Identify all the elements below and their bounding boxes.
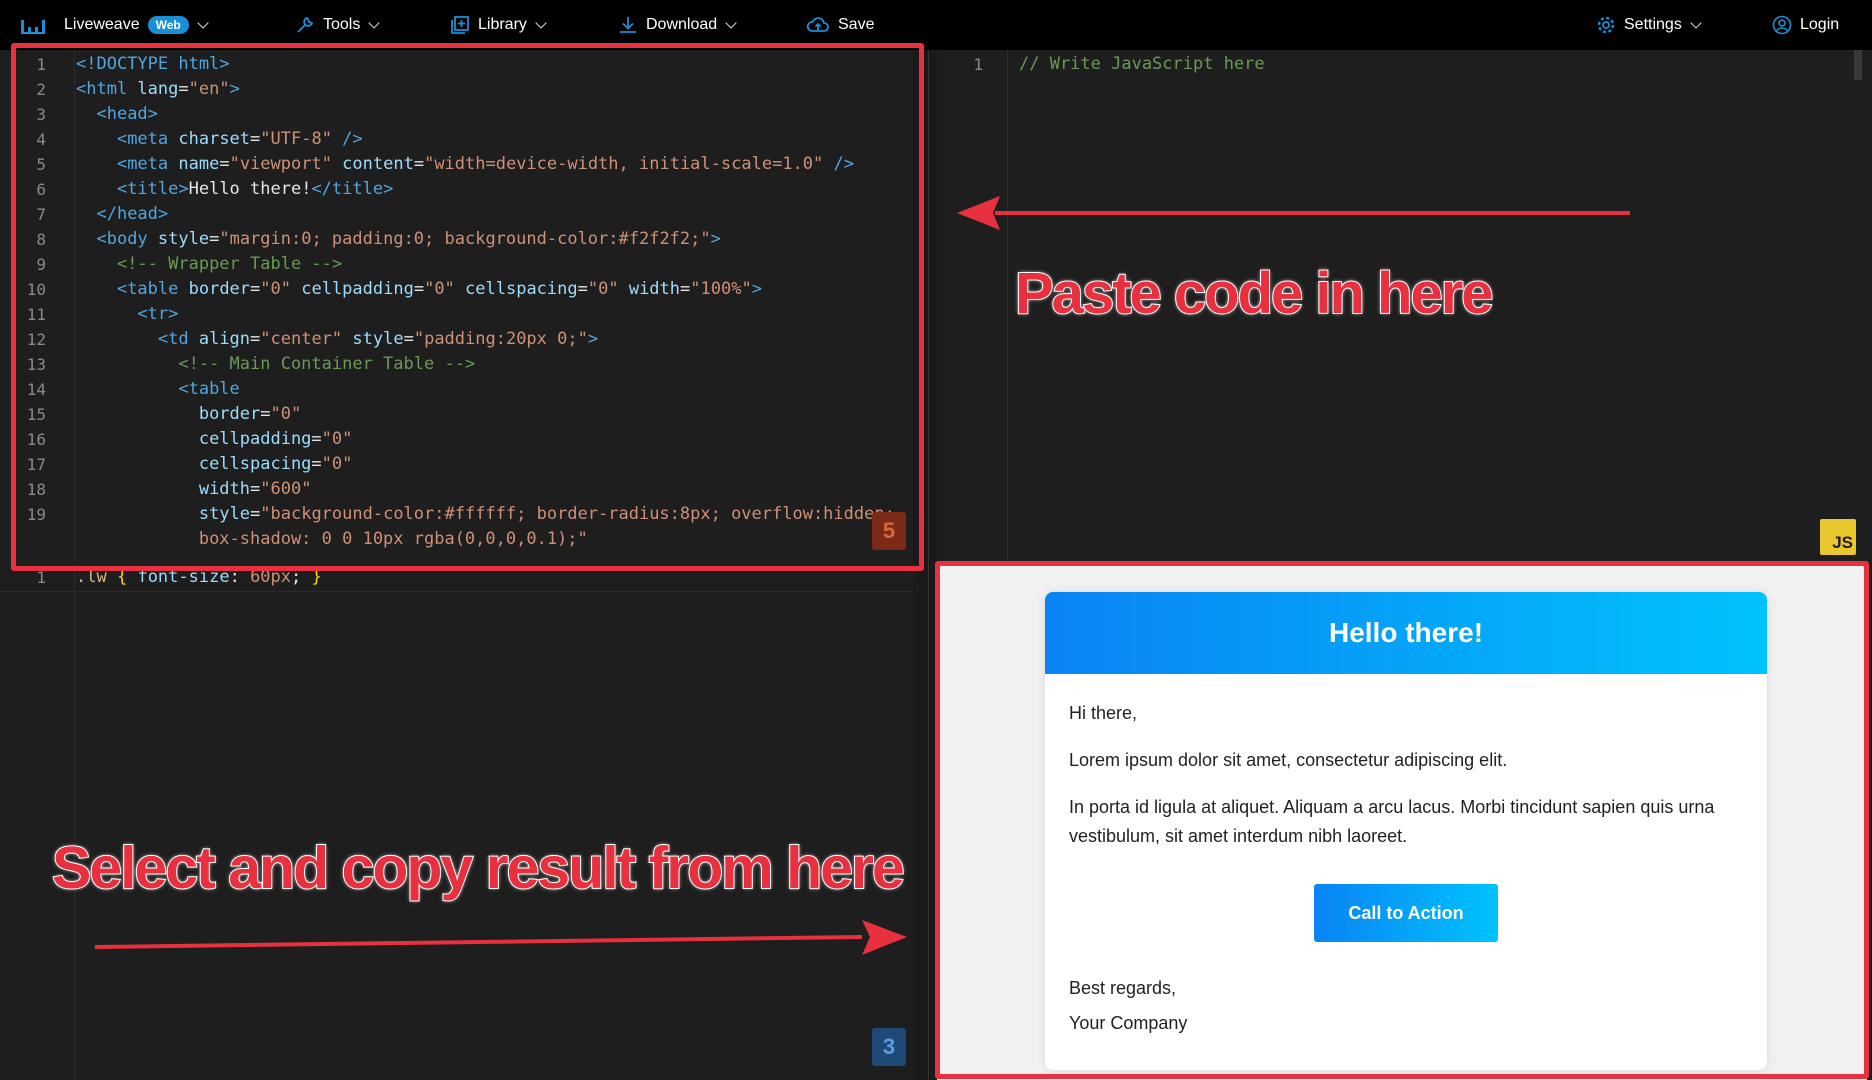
line-number: 1: [973, 55, 983, 74]
paste-annotation: Paste code in here: [1014, 260, 1495, 327]
line-number: 17: [26, 455, 46, 474]
line-number: 13: [26, 355, 46, 374]
line-number: 7: [36, 205, 46, 224]
javascript-icon: JS: [1820, 519, 1856, 555]
wrench-icon: [297, 16, 314, 33]
library-icon: [451, 16, 469, 34]
code-line: <body style="margin:0; padding:0; backgr…: [96, 229, 721, 249]
email-greeting: Hi there,: [1069, 703, 1138, 723]
javascript-icon-label: JS: [1832, 533, 1853, 552]
line-number: 12: [26, 330, 46, 349]
code-line: <table: [178, 379, 240, 399]
download-icon: [620, 17, 636, 33]
user-icon: [1772, 15, 1792, 35]
html5-icon-label: 5: [882, 518, 896, 543]
scrollbar[interactable]: [1854, 50, 1862, 80]
copy-annotation: Select and copy result from here: [51, 834, 906, 902]
line-number: 16: [26, 430, 46, 449]
call-to-action-button[interactable]: Call to Action: [1314, 884, 1498, 942]
library-menu[interactable]: Library: [450, 0, 547, 50]
line-number: 11: [26, 305, 46, 324]
code-line: border="0": [198, 404, 302, 424]
email-signoff: Best regards,: [1069, 978, 1177, 998]
download-menu[interactable]: Download: [618, 0, 737, 50]
code-line: <meta charset="UTF-8" />: [116, 129, 363, 149]
download-label: Download: [646, 16, 718, 33]
code-line: </head>: [96, 204, 169, 224]
liveweave-logo-icon: [21, 20, 45, 34]
code-line: <head>: [96, 104, 158, 124]
email-header: Hello there!: [1045, 592, 1767, 674]
cloud-upload-icon: [806, 17, 829, 32]
top-bar: Liveweave Web Tools Library Download Sav…: [0, 0, 1872, 50]
splitter[interactable]: [913, 50, 937, 1080]
line-number: 1: [36, 568, 46, 587]
line-number: 4: [36, 130, 46, 149]
email-card: Hello there! Hi there, Lorem ipsum dolor…: [1045, 592, 1767, 1070]
css3-icon: 3: [872, 1028, 906, 1066]
gear-icon: [1597, 16, 1615, 34]
code-line: <meta name="viewport" content="width=dev…: [116, 154, 854, 174]
code-line: <!-- Wrapper Table -->: [116, 254, 343, 274]
chevron-down-icon: [197, 16, 209, 29]
code-line: style="background-color:#ffffff; border-…: [198, 504, 895, 524]
email-paragraph: Lorem ipsum dolor sit amet, consectetur …: [1069, 750, 1508, 770]
code-line: <!-- Main Container Table -->: [178, 354, 476, 374]
result-preview[interactable]: Hello there! Hi there, Lorem ipsum dolor…: [937, 565, 1867, 1080]
line-number: 18: [26, 480, 46, 499]
code-line: <html lang="en">: [76, 79, 240, 99]
chevron-down-icon: [725, 16, 737, 29]
css-editor[interactable]: 1 .lw { font-size: 60px; } 3: [0, 565, 913, 1080]
line-number: 5: [36, 155, 46, 174]
html-editor[interactable]: 1 2 3 4 5 6 7 8 9 10 11 12 13 14 15 16 1…: [0, 50, 928, 562]
code-line: <table border="0" cellpadding="0" cellsp…: [116, 279, 762, 299]
line-number: 2: [36, 80, 46, 99]
splitter-line: [928, 50, 929, 1080]
email-company: Your Company: [1069, 1013, 1188, 1033]
arrow-right-icon: [94, 920, 907, 955]
line-number: 19: [26, 505, 46, 524]
email-paragraph: In porta id ligula at aliquet. Aliquam a…: [1069, 797, 1715, 846]
html5-icon: 5: [872, 512, 906, 550]
settings-label: Settings: [1624, 16, 1682, 33]
code-line: <!DOCTYPE html>: [76, 54, 230, 74]
line-number: 8: [36, 230, 46, 249]
save-button[interactable]: Save: [806, 0, 874, 50]
brand-name: Liveweave: [64, 16, 140, 33]
js-comment[interactable]: // Write JavaScript here: [1019, 52, 1265, 77]
chevron-down-icon: [535, 16, 547, 29]
arrow-left-icon: [957, 196, 1630, 230]
line-number: 15: [26, 405, 46, 424]
code-line: cellspacing="0": [198, 454, 353, 474]
web-badge: Web: [147, 16, 189, 34]
line-number: 3: [36, 105, 46, 124]
chevron-down-icon: [1690, 16, 1702, 29]
chevron-down-icon: [368, 16, 381, 29]
code-line: <tr>: [137, 304, 179, 324]
tools-menu[interactable]: Tools: [295, 0, 381, 50]
tools-label: Tools: [323, 16, 361, 33]
code-line: cellpadding="0": [198, 429, 353, 449]
code-line: <td align="center" style="padding:20px 0…: [157, 329, 599, 349]
css-code-line[interactable]: .lw { font-size: 60px; }: [76, 565, 322, 590]
code-line: box-shadow: 0 0 10px rgba(0,0,0,0.1);": [198, 529, 588, 549]
line-number: 10: [26, 280, 46, 299]
library-label: Library: [478, 16, 527, 33]
line-number: 1: [36, 55, 46, 74]
line-number: 14: [26, 380, 46, 399]
settings-menu[interactable]: Settings: [1596, 0, 1702, 50]
line-number: 6: [36, 180, 46, 199]
css3-icon-label: 3: [882, 1034, 896, 1059]
line-number: 9: [36, 255, 46, 274]
code-line: <title>Hello there!</title>: [116, 179, 394, 199]
login-label: Login: [1800, 16, 1840, 33]
code-line: width="600": [198, 479, 312, 499]
login-button[interactable]: Login: [1772, 0, 1839, 50]
brand[interactable]: Liveweave Web: [20, 0, 209, 50]
save-label: Save: [838, 16, 875, 33]
